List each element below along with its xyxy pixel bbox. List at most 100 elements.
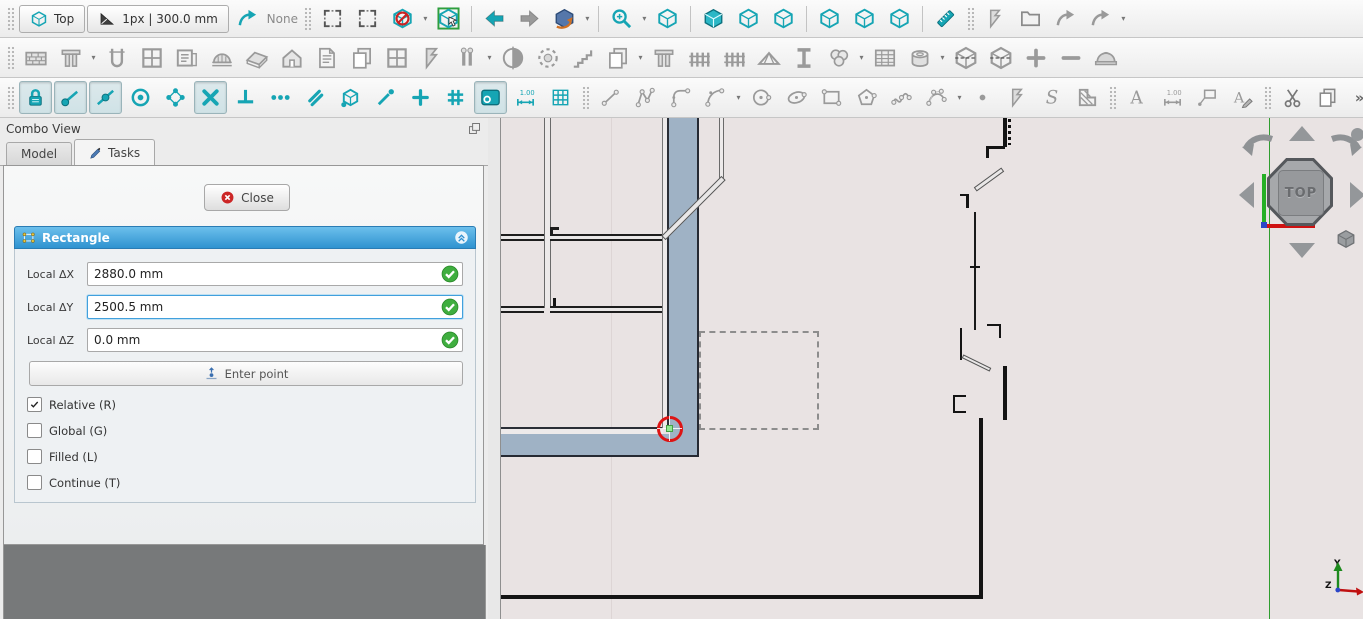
arch-remove-component-icon[interactable] — [1054, 41, 1087, 74]
clipping-plane-icon[interactable] — [386, 2, 419, 35]
draft-shapestring-icon[interactable]: S — [1036, 81, 1069, 114]
zoom-icon[interactable] — [605, 2, 638, 35]
arch-equipment-icon[interactable] — [647, 41, 680, 74]
draft-polyline-icon[interactable] — [629, 81, 662, 114]
autogroup-button[interactable]: None — [266, 2, 299, 35]
rotate-left-arrow[interactable] — [1241, 132, 1275, 160]
draft-dimension-icon[interactable]: 1.00 — [1156, 81, 1189, 114]
copy-icon[interactable] — [1311, 81, 1344, 114]
arch-fence-icon[interactable] — [682, 41, 715, 74]
import-icon[interactable] — [1049, 2, 1082, 35]
front-view-icon[interactable] — [697, 2, 730, 35]
toolbar-grip[interactable] — [304, 7, 311, 31]
draft-line-icon[interactable] — [594, 81, 627, 114]
draft-circle-icon[interactable] — [745, 81, 778, 114]
arch-profile-icon[interactable] — [787, 41, 820, 74]
toolbar-grip[interactable] — [582, 86, 589, 110]
nav-arrow-right[interactable] — [1350, 182, 1363, 208]
snap-grid-icon[interactable] — [439, 81, 472, 114]
checkbox-box[interactable] — [27, 397, 42, 412]
arch-external-reference-icon[interactable] — [345, 41, 378, 74]
arch-level-icon[interactable] — [310, 41, 343, 74]
arch-frame-icon[interactable] — [717, 41, 750, 74]
arch-stairs-icon[interactable] — [566, 41, 599, 74]
clipping-plane-dropdown-icon[interactable]: ▾ — [421, 14, 430, 23]
zoom-dropdown-icon[interactable]: ▾ — [640, 14, 649, 23]
draft-fillet-icon[interactable] — [664, 81, 697, 114]
arch-rebar-icon[interactable] — [100, 41, 133, 74]
checkbox-box[interactable] — [27, 475, 42, 490]
nav-cube-top-face[interactable]: TOP — [1278, 170, 1324, 216]
bottom-view-icon[interactable] — [848, 2, 881, 35]
right-view-icon[interactable] — [767, 2, 800, 35]
arch-cut-plane-icon[interactable] — [949, 41, 982, 74]
snap-extension-icon[interactable] — [264, 81, 297, 114]
enter-point-button[interactable]: Enter point — [29, 361, 463, 386]
nav-arrow-down[interactable] — [1289, 243, 1315, 258]
draft-arrow-icon[interactable] — [231, 2, 264, 35]
draft-bspline-icon[interactable] — [885, 81, 918, 114]
tab-model[interactable]: Model — [6, 142, 72, 165]
arch-truss-icon[interactable] — [752, 41, 785, 74]
arch-survey-icon[interactable] — [1089, 41, 1122, 74]
toolbar-grip[interactable] — [1264, 86, 1271, 110]
arch-pipe-connector-icon[interactable] — [903, 41, 936, 74]
rear-view-icon[interactable] — [813, 2, 846, 35]
snap-center-icon[interactable] — [124, 81, 157, 114]
field-input-dy[interactable] — [87, 295, 463, 319]
arch-building-icon[interactable] — [275, 41, 308, 74]
arch-curtain-wall-icon[interactable] — [135, 41, 168, 74]
arch-pipe-dropdown-icon[interactable]: ▾ — [485, 53, 494, 62]
draft-arc-icon[interactable] — [699, 81, 732, 114]
grid-toggle-icon[interactable] — [544, 81, 577, 114]
panel-splitter[interactable] — [488, 118, 500, 619]
box-selection-icon[interactable] — [316, 2, 349, 35]
arch-structure-icon[interactable] — [54, 41, 87, 74]
draft-ellipse-icon[interactable] — [780, 81, 813, 114]
arch-site-icon[interactable] — [240, 41, 273, 74]
draft-point-icon[interactable] — [966, 81, 999, 114]
measure-icon[interactable] — [929, 2, 962, 35]
toolbar-grip[interactable] — [967, 7, 974, 31]
arch-cut-line-icon[interactable] — [984, 41, 1017, 74]
toolbar-grip[interactable] — [7, 86, 14, 110]
arch-section-plane-icon[interactable] — [496, 41, 529, 74]
snap-workingplane-icon[interactable] — [334, 81, 367, 114]
arch-pipe-icon[interactable] — [450, 41, 483, 74]
box-element-selection-icon[interactable] — [351, 2, 384, 35]
field-input-dz[interactable] — [87, 328, 463, 352]
snap-special-icon[interactable] — [159, 81, 192, 114]
checkbox-continuet[interactable]: Continue (T) — [27, 475, 463, 490]
nav-cube[interactable]: TOP — [1267, 158, 1333, 226]
draft-bezier-icon[interactable] — [920, 81, 953, 114]
axonometric-view-icon[interactable] — [651, 2, 684, 35]
close-task-button[interactable]: Close — [204, 184, 290, 211]
snap-intersection-icon[interactable] — [194, 81, 227, 114]
arch-project-icon[interactable] — [205, 41, 238, 74]
arch-wall-icon[interactable] — [19, 41, 52, 74]
toolbar-grip[interactable] — [1109, 86, 1116, 110]
arch-material-dropdown-icon[interactable]: ▾ — [857, 53, 866, 62]
draft-arc-dropdown-icon[interactable]: ▾ — [734, 93, 743, 102]
arch-panel-icon[interactable] — [601, 41, 634, 74]
snap-perpendicular-icon[interactable] — [229, 81, 262, 114]
workingplane-top-button[interactable]: Top — [19, 5, 85, 33]
select-subelement-icon[interactable] — [432, 2, 465, 35]
folder-icon[interactable] — [1014, 2, 1047, 35]
line-style-button[interactable]: 1px | 300.0 mm — [87, 5, 229, 33]
field-input-dx[interactable] — [87, 262, 463, 286]
toolbar-grip[interactable] — [7, 7, 14, 31]
arch-tag-icon[interactable] — [415, 41, 448, 74]
undo-view-icon[interactable] — [478, 2, 511, 35]
overflow-chevron-icon[interactable]: » — [1346, 81, 1363, 114]
rectangle-section-header[interactable]: Rectangle — [14, 226, 476, 249]
arch-building-part-icon[interactable] — [170, 41, 203, 74]
arch-pipe-connector-dropdown-icon[interactable]: ▾ — [938, 53, 947, 62]
float-panel-icon[interactable] — [467, 121, 482, 136]
snap-dimensions-icon[interactable]: 1.00 — [509, 81, 542, 114]
checkbox-relativer[interactable]: Relative (R) — [27, 397, 463, 412]
arch-material-icon[interactable] — [822, 41, 855, 74]
snap-parallel-icon[interactable] — [299, 81, 332, 114]
redo-view-icon[interactable] — [513, 2, 546, 35]
collapse-section-icon[interactable] — [454, 230, 469, 245]
